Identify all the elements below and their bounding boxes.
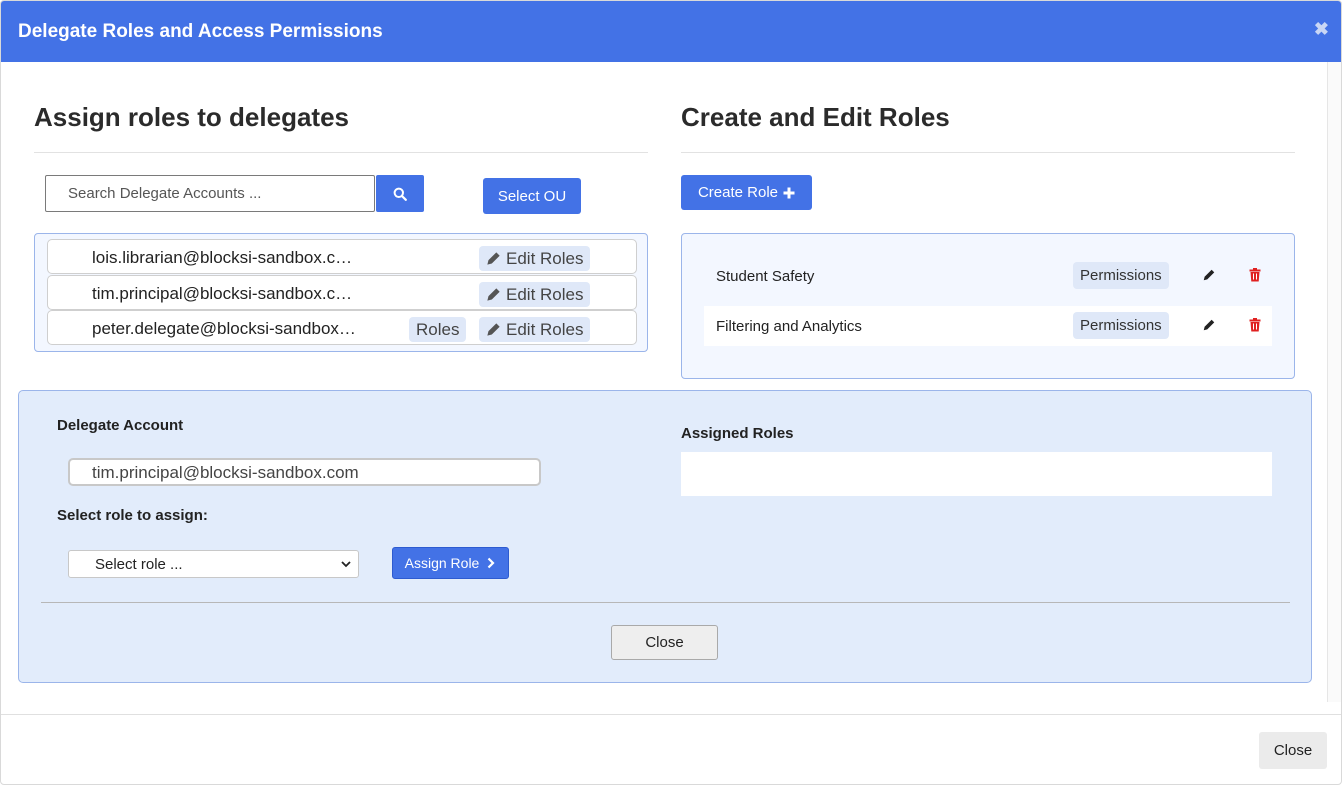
footer-divider	[1, 714, 1341, 715]
assigned-roles-list	[681, 452, 1272, 496]
delegate-account-field[interactable]: tim.principal@blocksi-sandbox.com	[68, 458, 541, 486]
delegate-account-value: tim.principal@blocksi-sandbox.com	[92, 463, 359, 482]
panel-close-button[interactable]: Close	[611, 625, 718, 660]
role-select[interactable]: Select role ...	[68, 550, 359, 578]
role-name: Student Safety	[716, 268, 815, 285]
delegate-account-label: Delegate Account	[57, 417, 184, 434]
search-delegate-input[interactable]	[45, 175, 375, 212]
assign-role-button[interactable]: Assign Role	[392, 547, 509, 579]
pencil-icon[interactable]	[1202, 318, 1216, 332]
delegate-email: lois.librarian@blocksi-sandbox.c…	[92, 248, 353, 267]
edit-roles-label: Edit Roles	[506, 319, 584, 339]
assign-role-label: Assign Role	[404, 555, 480, 571]
role-name: Filtering and Analytics	[716, 318, 862, 335]
search-button[interactable]	[376, 175, 424, 212]
create-role-button[interactable]: Create Role	[681, 175, 812, 210]
select-role-label: Select role to assign:	[57, 507, 208, 524]
trash-icon[interactable]	[1249, 318, 1261, 332]
pencil-icon[interactable]	[1202, 268, 1216, 282]
role-row: Student Safety Permissions	[704, 256, 1272, 296]
role-row: Filtering and Analytics Permissions	[704, 306, 1272, 346]
modal-header: Delegate Roles and Access Permissions ✖	[1, 1, 1341, 62]
create-edit-roles-title: Create and Edit Roles	[681, 102, 950, 132]
chevron-down-icon	[341, 561, 351, 568]
list-item[interactable]: peter.delegate@blocksi-sandbox… Roles Ed…	[47, 310, 637, 345]
list-item[interactable]: tim.principal@blocksi-sandbox.c… Edit Ro…	[47, 275, 637, 310]
trash-icon[interactable]	[1249, 268, 1261, 282]
modal-title: Delegate Roles and Access Permissions	[18, 21, 383, 42]
delegate-email: peter.delegate@blocksi-sandbox…	[92, 319, 356, 338]
permissions-button[interactable]: Permissions	[1073, 262, 1169, 289]
pencil-icon	[487, 252, 500, 265]
edit-roles-button[interactable]: Edit Roles	[479, 317, 591, 342]
divider	[681, 152, 1295, 153]
edit-roles-button[interactable]: Edit Roles	[479, 246, 591, 271]
chevron-right-icon	[488, 557, 495, 569]
edit-roles-button[interactable]: Edit Roles	[479, 282, 591, 307]
edit-roles-label: Edit Roles	[506, 284, 584, 304]
role-select-value: Select role ...	[95, 555, 183, 573]
footer-close-button[interactable]: Close	[1259, 732, 1327, 769]
edit-roles-label: Edit Roles	[506, 248, 584, 268]
pencil-icon	[487, 288, 500, 301]
roles-list: Student Safety Permissions Filtering and…	[681, 233, 1295, 379]
close-icon[interactable]: ✖	[1314, 19, 1329, 40]
select-ou-button[interactable]: Select OU	[483, 178, 581, 214]
delegate-email: tim.principal@blocksi-sandbox.c…	[92, 284, 353, 303]
assign-role-panel: Delegate Account tim.principal@blocksi-s…	[18, 390, 1312, 683]
divider	[34, 152, 648, 153]
create-role-label: Create Role	[697, 184, 779, 201]
divider	[41, 602, 1290, 603]
search-icon	[393, 187, 407, 201]
assign-roles-title: Assign roles to delegates	[34, 102, 349, 132]
permissions-button[interactable]: Permissions	[1073, 312, 1169, 339]
delegate-roles-modal: Delegate Roles and Access Permissions ✖ …	[0, 0, 1342, 785]
roles-button[interactable]: Roles	[409, 317, 467, 342]
list-item[interactable]: lois.librarian@blocksi-sandbox.c… Edit R…	[47, 239, 637, 274]
pencil-icon	[487, 323, 500, 336]
delegate-list: lois.librarian@blocksi-sandbox.c… Edit R…	[34, 233, 648, 352]
assigned-roles-label: Assigned Roles	[681, 425, 794, 442]
scrollbar[interactable]	[1327, 62, 1341, 702]
plus-icon	[783, 187, 795, 198]
